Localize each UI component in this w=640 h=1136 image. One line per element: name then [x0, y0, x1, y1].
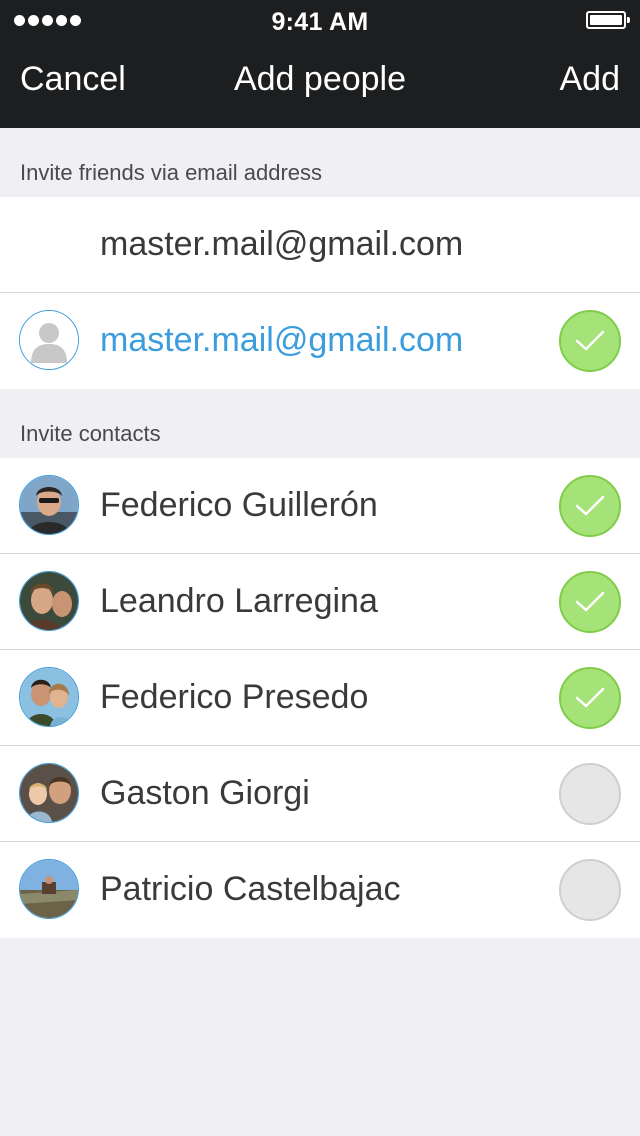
contact-select-checkmark[interactable] — [559, 667, 621, 729]
contact-avatar — [19, 859, 79, 919]
contact-select-checkmark[interactable] — [559, 763, 621, 825]
contact-select-checkmark[interactable] — [559, 859, 621, 921]
contact-avatar — [19, 571, 79, 631]
page-title: Add people — [233, 60, 407, 98]
contacts-list: Federico Guillerón Leandro Larregina Fed… — [0, 458, 640, 938]
email-result-text: master.mail@gmail.com — [100, 321, 464, 359]
add-button[interactable]: Add — [560, 60, 621, 99]
navigation-bar: 9:41 AM Cancel Add people Add — [0, 0, 640, 128]
contact-row[interactable]: Gaston Giorgi — [0, 746, 640, 842]
contact-name: Patricio Castelbajac — [100, 870, 401, 908]
contact-name: Federico Presedo — [100, 678, 369, 716]
contact-row[interactable]: Federico Guillerón — [0, 458, 640, 554]
status-time: 9:41 AM — [271, 8, 369, 36]
contact-name: Federico Guillerón — [100, 486, 378, 524]
contact-row[interactable]: Leandro Larregina — [0, 554, 640, 650]
contact-row[interactable]: Federico Presedo — [0, 650, 640, 746]
contact-avatar — [19, 763, 79, 823]
email-input-row[interactable]: master.mail@gmail.com — [0, 197, 640, 293]
contact-select-checkmark[interactable] — [559, 571, 621, 633]
contact-name: Leandro Larregina — [100, 582, 378, 620]
email-group: master.mail@gmail.com master.mail@gmail.… — [0, 197, 640, 389]
contact-avatar — [19, 667, 79, 727]
email-result-row[interactable]: master.mail@gmail.com — [0, 293, 640, 389]
default-person-icon — [19, 310, 79, 370]
contact-select-checkmark[interactable] — [559, 475, 621, 537]
email-section-header: Invite friends via email address — [20, 160, 323, 185]
battery-icon — [586, 11, 630, 29]
status-bar: 9:41 AM — [0, 0, 640, 44]
contact-name: Gaston Giorgi — [100, 774, 310, 812]
contact-row[interactable]: Patricio Castelbajac — [0, 842, 640, 938]
email-input[interactable]: master.mail@gmail.com — [100, 225, 463, 264]
contact-avatar — [19, 475, 79, 535]
contacts-section-header: Invite contacts — [20, 421, 161, 446]
email-select-checkmark[interactable] — [559, 310, 621, 372]
